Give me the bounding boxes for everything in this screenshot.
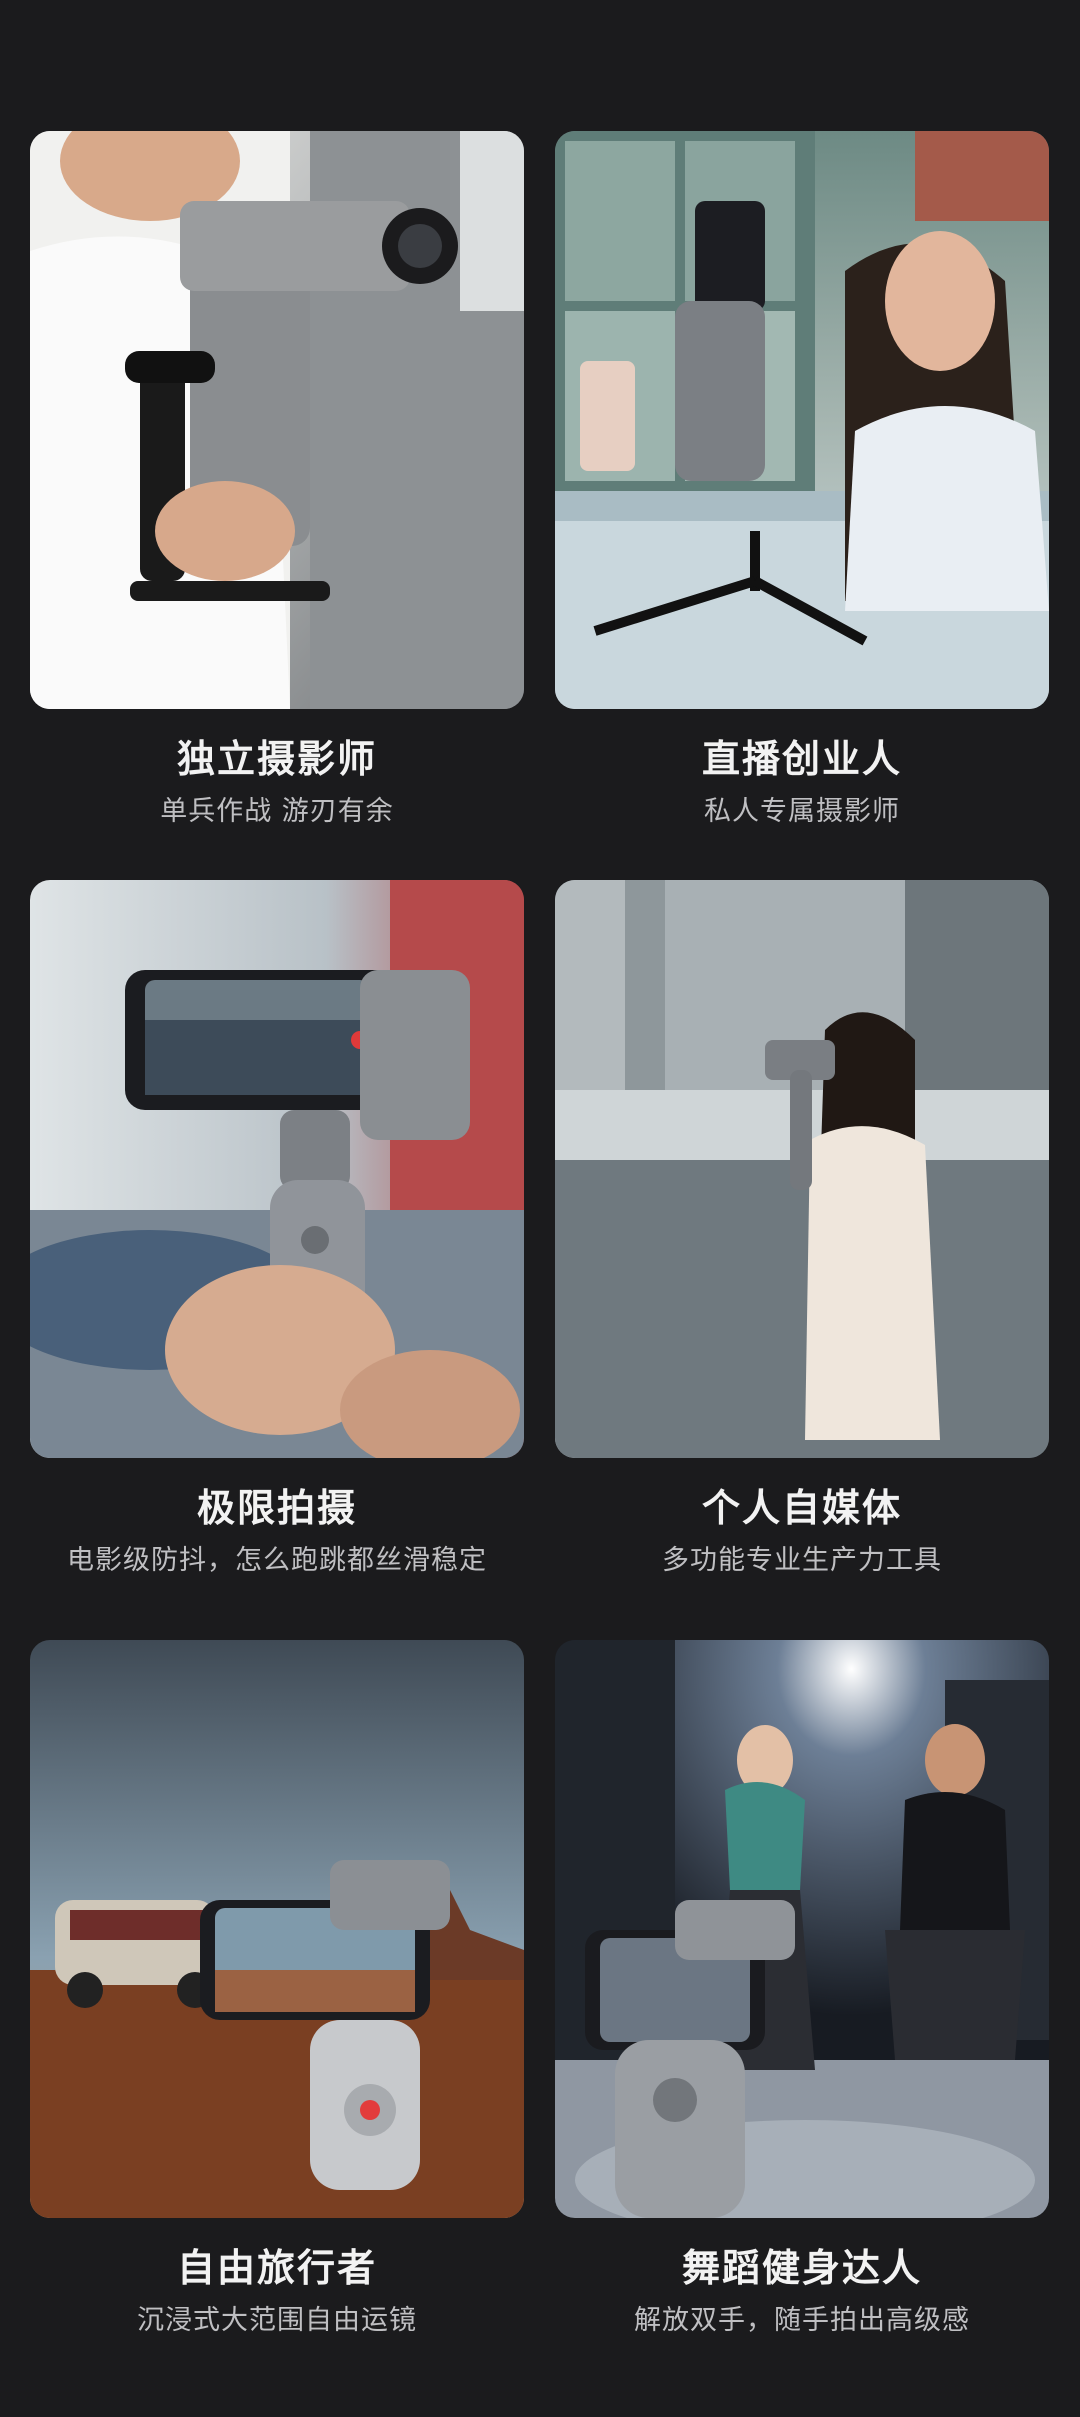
card-title: 直播创业人 [701,737,902,781]
scenario-card[interactable]: 极限拍摄 电影级防抖，怎么跑跳都丝滑稳定 [30,880,524,1580]
photographer-with-gimbal-photo [30,131,524,709]
card-subtitle: 沉浸式大范围自由运镜 [137,2305,417,2336]
card-subtitle: 单兵作战 游刃有余 [160,796,394,827]
card-title: 舞蹈健身达人 [681,2246,922,2290]
scenario-card[interactable]: 独立摄影师 单兵作战 游刃有余 [30,131,524,831]
scenario-grid: 独立摄影师 单兵作战 游刃有余 直播创业人 私人专属摄影师 极限拍摄 电影级防抖… [0,0,1080,2417]
gym-fitness-gimbal-photo [555,1640,1049,2218]
card-title: 独立摄影师 [176,737,377,781]
scenario-card[interactable]: 直播创业人 私人专属摄影师 [555,131,1049,831]
scenario-card[interactable]: 个人自媒体 多功能专业生产力工具 [555,880,1049,1580]
scenario-card[interactable]: 舞蹈健身达人 解放双手，随手拍出高级感 [555,1640,1049,2340]
scenario-card[interactable]: 自由旅行者 沉浸式大范围自由运镜 [30,1640,524,2340]
selfie-with-gimbal-photo [555,880,1049,1458]
card-subtitle: 多功能专业生产力工具 [662,1545,942,1576]
card-subtitle: 解放双手，随手拍出高级感 [634,2305,970,2336]
hands-holding-gimbal-photo [30,880,524,1458]
desert-travel-gimbal-photo [30,1640,524,2218]
card-title: 极限拍摄 [196,1486,357,1530]
card-title: 个人自媒体 [701,1486,902,1530]
card-title: 自由旅行者 [176,2246,377,2290]
card-subtitle: 私人专属摄影师 [704,796,900,827]
card-subtitle: 电影级防抖，怎么跑跳都丝滑稳定 [67,1545,487,1576]
livestreamer-with-gimbal-photo [555,131,1049,709]
